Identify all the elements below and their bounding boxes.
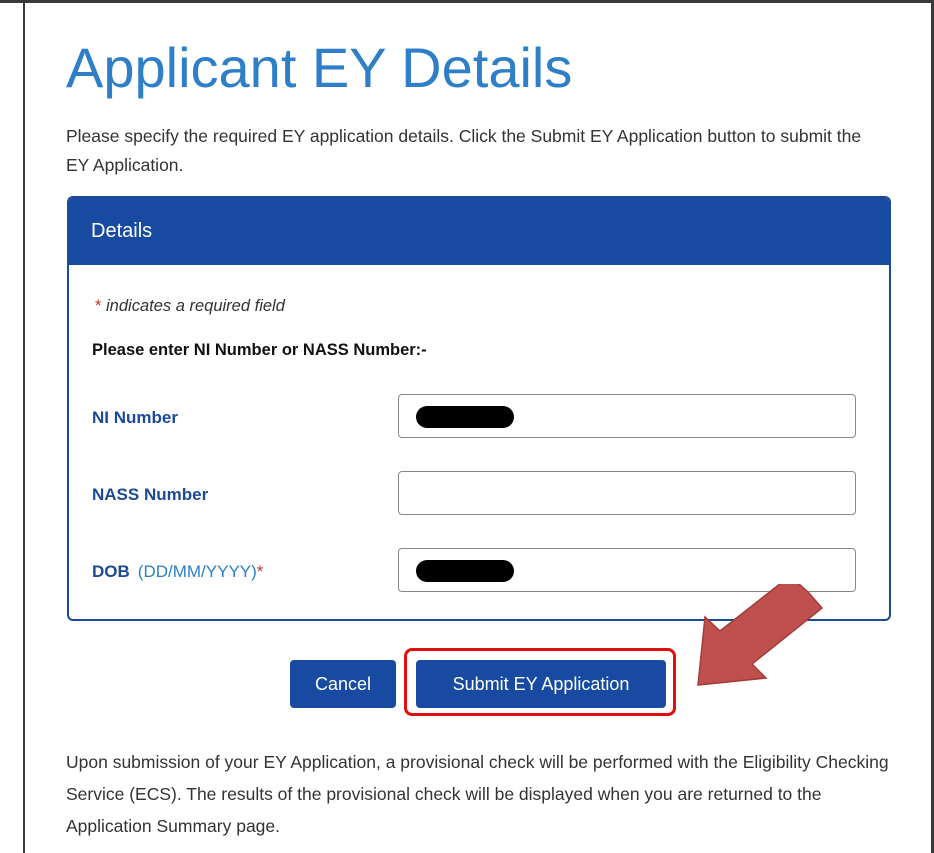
required-note-text: indicates a required field: [106, 297, 285, 315]
dob-format-hint: (DD/MM/YYYY): [137, 562, 257, 581]
pointer-arrow-shape: [697, 584, 824, 686]
dob-label: DOB (DD/MM/YYYY)*: [92, 562, 263, 582]
cancel-button[interactable]: Cancel: [290, 660, 396, 708]
outro-text: Upon submission of your EY Application, …: [66, 752, 889, 836]
ni-number-redaction: [416, 406, 514, 428]
submit-ey-application-button[interactable]: Submit EY Application: [416, 660, 666, 708]
required-note: * indicates a required field: [95, 297, 285, 316]
nass-number-input[interactable]: [398, 471, 856, 515]
application-page: Applicant EY Details Please specify the …: [0, 0, 934, 853]
nass-number-label-text: NASS Number: [92, 485, 209, 504]
intro-text: Please specify the required EY applicati…: [66, 126, 862, 175]
ni-number-label-text: NI Number: [92, 408, 178, 427]
page-title: Applicant EY Details: [66, 36, 573, 99]
ni-number-label: NI Number: [92, 408, 178, 428]
details-panel: Details * indicates a required field Ple…: [67, 196, 891, 621]
dob-label-text: DOB: [92, 562, 130, 581]
dob-redaction: [416, 560, 514, 582]
panel-header: Details: [69, 198, 889, 265]
required-star: *: [95, 297, 102, 315]
nass-number-label: NASS Number: [92, 485, 208, 505]
frame-border-top: [0, 0, 934, 3]
pointer-arrow-icon: [697, 584, 824, 686]
dob-required-star: *: [256, 562, 264, 581]
frame-border-left: [23, 0, 25, 853]
id-prompt: Please enter NI Number or NASS Number:-: [92, 341, 427, 359]
